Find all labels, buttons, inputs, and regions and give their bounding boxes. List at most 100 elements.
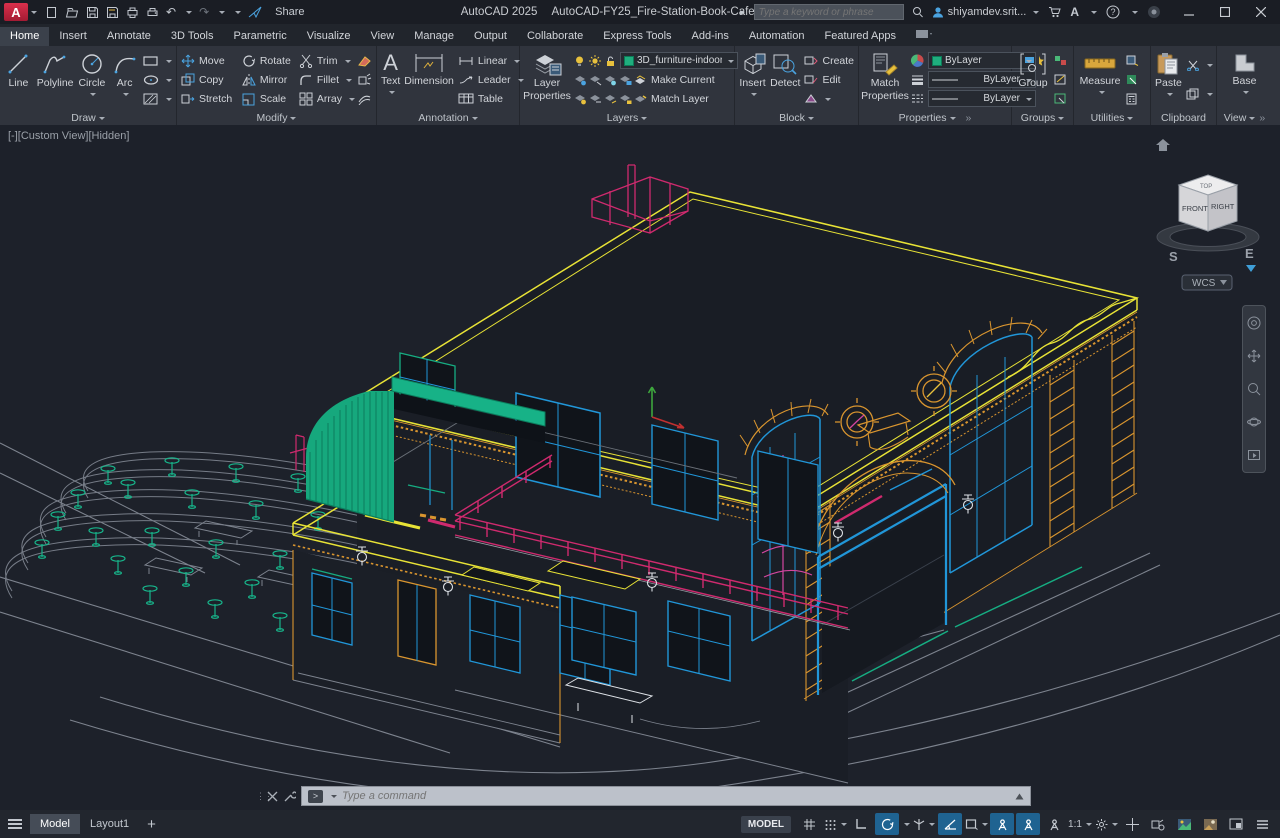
polar-tracking-toggle[interactable] (875, 813, 899, 835)
layer-dropdown[interactable]: 3D_furniture-indoor (620, 52, 738, 69)
osnap-tracking-toggle[interactable] (938, 813, 962, 835)
open-file-icon[interactable] (65, 6, 79, 19)
viewcube-front-label[interactable]: FRONT (1182, 204, 1208, 213)
text-button[interactable]: A Text (381, 49, 400, 110)
layer-on-bulb-icon[interactable] (574, 55, 585, 67)
tab-3d-tools[interactable]: 3D Tools (161, 27, 224, 46)
fullscreen-toggle[interactable] (1224, 813, 1248, 835)
compass-east-label[interactable]: E (1245, 246, 1254, 261)
search-input[interactable] (754, 6, 903, 18)
navwheel-icon[interactable] (1247, 316, 1261, 330)
tab-options-icon[interactable] (906, 26, 942, 46)
polyline-button[interactable]: Polyline (37, 49, 74, 110)
modify-panel-label[interactable]: Modify (177, 110, 376, 125)
quick-calc-button[interactable] (1126, 91, 1139, 107)
group-edit-button[interactable] (1054, 72, 1067, 88)
paste-button[interactable]: Paste (1155, 49, 1182, 110)
redo-caret-icon[interactable] (219, 11, 226, 17)
new-file-icon[interactable] (45, 6, 58, 19)
print-icon[interactable] (146, 6, 159, 19)
utilities-panel-label[interactable]: Utilities (1074, 110, 1150, 125)
redo-icon[interactable]: ↷ (199, 5, 209, 19)
trim-button[interactable]: Trim (299, 53, 355, 69)
tab-add-ins[interactable]: Add-ins (682, 27, 739, 46)
tab-visualize[interactable]: Visualize (297, 27, 361, 46)
workspace-settings-gear-icon[interactable] (1094, 813, 1118, 835)
mirror-button[interactable]: Mirror (242, 72, 297, 88)
layer-match-icon[interactable] (589, 93, 602, 105)
grid-toggle[interactable] (797, 813, 821, 835)
undo-caret-icon[interactable] (186, 11, 193, 17)
edit-attributes-button[interactable] (804, 91, 854, 107)
circle-caret-icon[interactable] (90, 93, 97, 99)
array-button[interactable]: Array (299, 91, 355, 107)
tab-insert[interactable]: Insert (49, 27, 97, 46)
apps-caret-icon[interactable] (1091, 11, 1097, 17)
navigation-bar[interactable] (1242, 305, 1266, 473)
block-panel-label[interactable]: Block (735, 110, 858, 125)
circle-button[interactable]: Circle (78, 49, 107, 110)
qat-customize-caret-icon[interactable] (235, 11, 242, 17)
view-cube[interactable]: S E FRONT RIGHT TOP WCS (1142, 139, 1272, 294)
tab-view[interactable]: View (361, 27, 405, 46)
share-icon[interactable] (248, 6, 262, 18)
assistant-icon[interactable] (1147, 5, 1161, 19)
ellipse-tool-button[interactable] (143, 72, 172, 88)
detect-button[interactable]: Detect (770, 49, 800, 110)
model-tab[interactable]: Model (30, 814, 80, 834)
layer-freeze-icon[interactable] (604, 74, 617, 86)
annotation-scale-icon[interactable] (1042, 813, 1066, 835)
layer-off-icon[interactable] (574, 74, 587, 86)
rotate-button[interactable]: Rotate (242, 53, 297, 69)
erase-button[interactable] (357, 53, 372, 69)
viewcube-menu-caret-icon[interactable] (1246, 265, 1256, 272)
base-button[interactable]: Base (1228, 49, 1262, 110)
scale-button[interactable]: Scale (242, 91, 297, 107)
layer-merge-icon[interactable] (619, 93, 632, 105)
orbit-icon[interactable] (1247, 415, 1261, 429)
edit-block-button[interactable]: Edit (804, 72, 854, 88)
quick-select-button[interactable] (1126, 72, 1139, 88)
table-button[interactable]: Table (458, 91, 524, 107)
layer-unlock-icon[interactable] (605, 55, 616, 67)
viewcube-cube[interactable]: FRONT RIGHT TOP (1177, 174, 1239, 232)
command-input-bar[interactable]: > (301, 786, 1031, 806)
layer-lock-icon[interactable] (619, 74, 632, 86)
create-block-button[interactable]: Create (804, 53, 854, 69)
make-current-button[interactable]: Make Current (651, 74, 715, 86)
account-menu[interactable]: shiyamdev.srit... (932, 6, 1040, 18)
tab-annotate[interactable]: Annotate (97, 27, 161, 46)
tab-express-tools[interactable]: Express Tools (593, 27, 681, 46)
viewcube-right-label[interactable]: RIGHT (1211, 202, 1235, 211)
cart-icon[interactable] (1048, 6, 1062, 18)
command-grip-handle[interactable]: ⋮⋮ (256, 791, 273, 800)
leader-button[interactable]: Leader (458, 72, 524, 88)
undo-icon[interactable]: ↶ (166, 5, 176, 19)
search-box[interactable] (753, 4, 904, 20)
group-selection-button[interactable] (1054, 91, 1067, 107)
tab-automation[interactable]: Automation (739, 27, 815, 46)
insert-button[interactable]: Insert (739, 49, 766, 110)
layer-thaw-sun-icon[interactable] (589, 54, 601, 67)
dimension-button[interactable]: Dimension (404, 49, 454, 110)
plot-icon[interactable] (126, 6, 139, 19)
tab-featured-apps[interactable]: Featured Apps (814, 27, 906, 46)
snap-toggle[interactable] (823, 813, 847, 835)
clean-screen-toggle[interactable] (1198, 813, 1222, 835)
autodesk-logo-icon[interactable]: A (1070, 5, 1079, 19)
logo-caret-icon[interactable] (31, 11, 37, 17)
ortho-toggle[interactable] (849, 813, 873, 835)
autoscale-toggle[interactable] (1016, 813, 1040, 835)
copy-clip-button[interactable] (1186, 86, 1213, 102)
help-icon[interactable]: ? (1106, 5, 1120, 19)
layer-isolate-icon[interactable] (589, 74, 602, 86)
save-icon[interactable] (86, 6, 99, 19)
showmotion-icon[interactable] (1247, 448, 1261, 462)
stretch-button[interactable]: Stretch (181, 91, 240, 107)
compass-south-label[interactable]: S (1169, 249, 1178, 264)
command-prompt-icon[interactable]: > (308, 789, 323, 803)
command-line[interactable]: ⋮⋮ > (256, 786, 1031, 806)
graphics-performance-toggle[interactable] (1172, 813, 1196, 835)
offset-button[interactable] (357, 91, 372, 107)
layout1-tab[interactable]: Layout1 (80, 814, 139, 834)
